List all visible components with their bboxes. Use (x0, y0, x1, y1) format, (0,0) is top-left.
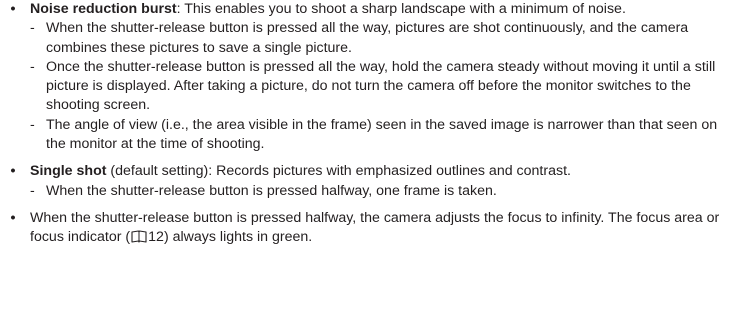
note-item: - When the shutter-release button is pre… (30, 182, 724, 201)
note-text: When the shutter-release button is press… (46, 182, 497, 199)
focus-text-after: ) always lights in green. (163, 229, 313, 246)
term-noise-reduction-burst: Noise reduction burst (30, 1, 177, 17)
note-item: - The angle of view (i.e., the area visi… (30, 116, 724, 155)
note-text: When the shutter-release button is press… (46, 20, 689, 56)
term-single-shot: Single shot (30, 163, 107, 180)
bullet-marker: • (10, 209, 16, 226)
description-single-shot: (default setting): Records pictures with… (106, 163, 571, 180)
document-body: • Noise reduction burst: This enables yo… (0, 0, 731, 248)
note-text: The angle of view (i.e., the area visibl… (46, 116, 718, 153)
bullet-marker: • (10, 163, 16, 180)
note-item: - Once the shutter-release button is pre… (30, 58, 724, 116)
dash-marker: - (30, 20, 35, 37)
dash-marker: - (30, 116, 35, 133)
bullet-single-shot: • Single shot (default setting): Records… (6, 162, 720, 181)
bullet-noise-reduction-burst: • Noise reduction burst: This enables yo… (6, 0, 720, 19)
bullet-marker: • (10, 1, 16, 17)
notes-noise-reduction-burst: - When the shutter-release button is pre… (6, 19, 720, 154)
description-noise-reduction-burst: : This enables you to shoot a sharp land… (176, 1, 626, 17)
dash-marker: - (30, 58, 35, 75)
dash-marker: - (30, 182, 35, 199)
note-text: Once the shutter-release button is press… (46, 58, 716, 114)
page-reference[interactable]: 12 (148, 229, 164, 245)
bullet-focus-info: • When the shutter-release button is pre… (6, 209, 720, 248)
reference-book-icon (131, 230, 147, 243)
note-item: - When the shutter-release button is pre… (30, 19, 724, 58)
notes-single-shot: - When the shutter-release button is pre… (6, 182, 720, 201)
